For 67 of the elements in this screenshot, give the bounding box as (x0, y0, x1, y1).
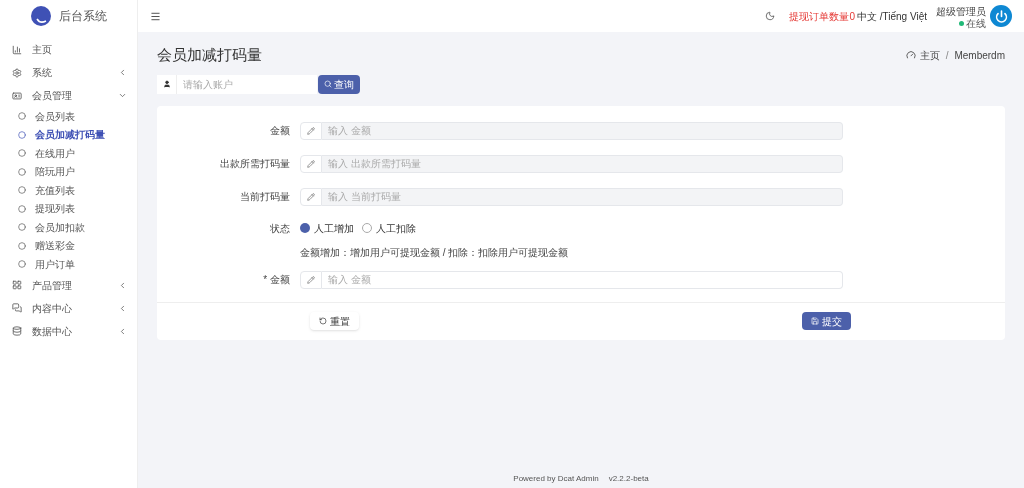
sidebar-subitem[interactable]: 用户订单 (0, 255, 137, 274)
chat-icon (12, 303, 22, 313)
avatar[interactable] (990, 5, 1012, 27)
withdraw-orders-link[interactable]: 提现订单数量0 (789, 8, 855, 24)
sidebar-subitem[interactable]: 会员列表 (0, 107, 137, 126)
chart-icon (12, 44, 22, 55)
field-label: 金额 (269, 124, 291, 138)
field-label: 状态 (269, 221, 291, 236)
circle-icon (18, 223, 26, 232)
circle-icon (18, 112, 26, 121)
user-status: 在线 (966, 18, 986, 29)
page-title: 会员加减打码量 (157, 45, 262, 65)
user-name: 超级管理员 (936, 4, 986, 19)
dashboard-icon (905, 50, 916, 61)
submit-button[interactable]: 提交 (802, 312, 851, 330)
save-icon (811, 317, 819, 325)
sidebar-subitem[interactable]: 在线用户 (0, 144, 137, 163)
sidebar-item[interactable]: 产品管理 (0, 273, 137, 297)
pencil-icon (307, 159, 315, 168)
circle-icon (18, 186, 26, 195)
search-button[interactable]: 查询 (318, 74, 360, 94)
database-icon (12, 326, 22, 336)
pencil-icon (307, 192, 315, 201)
field-label: * 金额 (262, 273, 291, 287)
sidebar-subitem[interactable]: 提现列表 (0, 199, 137, 218)
sidebar-subitem[interactable]: 赠送彩金 (0, 236, 137, 255)
footer-credit: Powered by Dcat Admin (513, 473, 599, 485)
reset-icon (319, 317, 327, 325)
id-card-icon (12, 90, 22, 101)
menu-icon[interactable] (150, 10, 161, 22)
circle-icon (18, 204, 26, 213)
circle-icon (18, 260, 26, 269)
pencil-icon (307, 126, 315, 135)
brand-name: 后台系统 (58, 8, 107, 25)
search-icon (324, 80, 332, 88)
breadcrumb-link[interactable]: 主页 (919, 47, 940, 63)
radio-option[interactable]: 人工扣除 (362, 220, 416, 236)
radio-option[interactable]: 人工增加 (300, 220, 354, 236)
grid-icon (12, 280, 22, 290)
sidebar-subitem[interactable]: 会员加扣款 (0, 218, 137, 237)
moon-icon[interactable] (765, 11, 776, 21)
user-icon (162, 80, 171, 88)
breadcrumb-separator: / (945, 48, 949, 63)
pencil-icon (307, 275, 315, 284)
sidebar-item[interactable]: 主页 (0, 38, 137, 61)
sidebar-item[interactable]: 会员管理 (0, 84, 137, 107)
field-label: 当前打码量 (239, 190, 291, 204)
footer-version: v2.2.2-beta (608, 473, 649, 485)
search-field[interactable]: 请输入账户 (177, 74, 317, 94)
circle-icon (18, 167, 26, 176)
help-text: 金额增加：增加用户可提现金额 / 扣除：扣除用户可提现金额 (300, 245, 570, 260)
circle-icon (18, 241, 26, 250)
sidebar-item[interactable]: 数据中心 (0, 319, 137, 343)
circle-icon (18, 130, 26, 139)
breadcrumb-current: Memberdm (954, 48, 1005, 63)
field-label: 出款所需打码量 (219, 157, 291, 171)
language-link[interactable]: 中文 /Tiếng Việt (856, 8, 927, 24)
sidebar-subitem[interactable]: 充值列表 (0, 181, 137, 200)
logo-icon (30, 6, 51, 26)
circle-icon (18, 149, 26, 158)
sidebar-subitem[interactable]: 会员加减打码量 (0, 125, 137, 144)
sidebar-item[interactable]: 内容中心 (0, 296, 137, 320)
sidebar-subitem[interactable]: 陪玩用户 (0, 162, 137, 181)
sidebar-item[interactable]: 系统 (0, 61, 137, 84)
input-field[interactable]: 输入 金额 (322, 270, 843, 289)
reset-button[interactable]: 重置 (310, 312, 359, 330)
settings-icon (12, 67, 22, 78)
